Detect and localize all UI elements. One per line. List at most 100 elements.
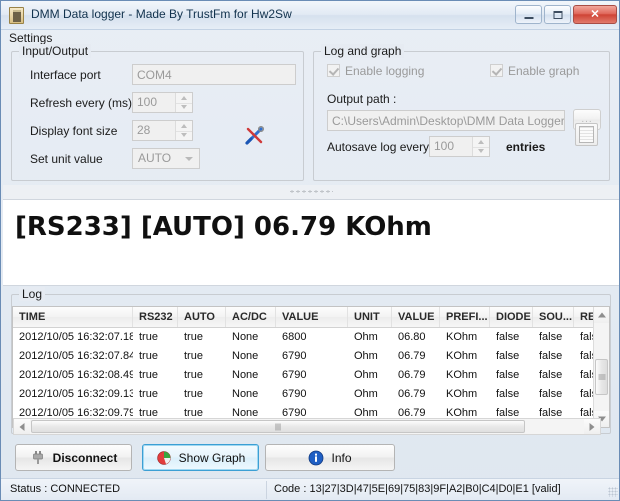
log-table-column-header[interactable]: TIME [13,307,133,327]
info-circle-icon [309,450,324,465]
table-cell: 06.79 [398,369,426,381]
table-cell: true [139,369,158,381]
status-separator [266,481,267,499]
show-graph-button-label: Show Graph [178,450,246,465]
table-cell: false [496,369,520,381]
enable-graph-checkbox[interactable]: Enable graph [490,64,579,78]
display-font-size-label: Display font size [30,124,118,138]
log-table-header: TIME RS232 AUTO AC/DC VALUE UNIT VALUE PREFI...… [13,307,609,328]
disconnect-button[interactable]: Disconnect [15,444,132,471]
table-cell: Ohm [354,350,378,362]
info-button[interactable]: Info [265,444,395,471]
table-cell: false [539,350,563,362]
refresh-every-label: Refresh every (ms) [30,96,133,110]
log-table-column-header[interactable]: DIODE [490,307,533,327]
open-log-button[interactable] [575,123,598,146]
log-table-column-header[interactable]: PREFI... [440,307,490,327]
output-path-input[interactable]: C:\Users\Admin\Desktop\DMM Data Logger [327,110,565,131]
set-unit-value-select[interactable]: AUTO [132,148,200,169]
interface-port-input[interactable]: COM4 [132,64,296,85]
vertical-scroll-thumb[interactable] [595,359,608,395]
log-table-column-header[interactable]: SOU... [533,307,574,327]
menu-bar: Settings [1,30,619,47]
table-row[interactable]: 2012/10/05 16:32:07.844 true true None 6790 O… [13,347,609,366]
close-button[interactable]: ✕ [573,5,617,24]
refresh-every-arrows[interactable] [175,93,192,112]
status-text: Status : CONNECTED [10,483,121,495]
table-cell: 06.79 [398,350,426,362]
resize-grip-icon[interactable] [608,487,618,497]
log-table-horizontal-scrollbar[interactable] [13,418,601,435]
table-cell: 2012/10/05 16:32:08.499 [19,369,133,381]
table-cell: false [496,388,520,400]
refresh-every-value: 100 [137,95,158,109]
tools-wrench-screwdriver-icon[interactable] [244,125,266,147]
display-font-size-stepper[interactable]: 28 [132,120,193,141]
splitter-grip-icon [289,190,333,193]
stepper-down-icon[interactable] [176,103,192,113]
horizontal-scroll-thumb[interactable] [31,420,525,433]
log-and-graph-group-title: Log and graph [321,44,405,58]
display-font-size-arrows[interactable] [175,121,192,140]
log-table: TIME RS232 AUTO AC/DC VALUE UNIT VALUE PREFI...… [12,306,610,428]
table-cell: true [184,369,203,381]
autosave-stepper[interactable]: 100 [429,136,490,157]
table-cell: KOhm [446,331,478,343]
stepper-down-icon[interactable] [473,147,489,157]
chevron-down-icon [185,156,193,161]
table-row[interactable]: 2012/10/05 16:32:08.499 true true None 6790 O… [13,366,609,385]
table-cell: None [232,350,259,362]
document-list-icon [579,126,594,143]
app-icon [9,7,24,24]
log-table-column-header[interactable]: UNIT [348,307,392,327]
pie-chart-icon [156,450,171,465]
table-cell: false [539,369,563,381]
scroll-up-icon[interactable] [594,307,609,323]
display-font-size-value: 28 [137,123,151,137]
scroll-right-icon[interactable] [584,419,600,434]
log-table-column-header[interactable]: RS232 [133,307,178,327]
enable-logging-checkbox[interactable]: Enable logging [327,64,424,78]
autosave-arrows[interactable] [472,137,489,156]
table-cell: true [139,350,158,362]
checkbox-checked-icon [490,64,503,77]
table-row[interactable]: 2012/10/05 16:32:07.189 true true None 6800 O… [13,328,609,347]
log-table-body: 2012/10/05 16:32:07.189 true true None 6800 O… [13,328,609,427]
minimize-button[interactable] [515,5,542,24]
minimize-icon [524,16,533,19]
close-icon: ✕ [590,8,600,20]
enable-graph-label: Enable graph [508,64,580,78]
input-output-group-title: Input/Output [19,44,92,58]
entries-label: entries [506,140,546,154]
scroll-left-icon[interactable] [14,419,30,434]
log-table-column-header[interactable]: VALUE [392,307,440,327]
log-table-vertical-scrollbar[interactable] [593,307,609,427]
table-cell: false [539,331,563,343]
table-cell: None [232,369,259,381]
table-cell: 2012/10/05 16:32:07.844 [19,350,133,362]
log-table-column-header[interactable]: VALUE [276,307,348,327]
set-unit-value-current: AUTO [138,151,172,165]
table-row[interactable]: 2012/10/05 16:32:09.139 true true None 6790 O… [13,385,609,404]
table-cell: Ohm [354,388,378,400]
table-cell: true [139,331,158,343]
menu-item-settings[interactable]: Settings [9,31,52,45]
checkbox-checked-icon [327,64,340,77]
stepper-down-icon[interactable] [176,131,192,141]
maximize-button[interactable] [544,5,571,24]
maximize-icon [553,10,562,19]
table-cell: 6790 [282,350,307,362]
input-output-group: Input/Output Interface port COM4 Refresh… [11,44,304,181]
table-cell: true [184,331,203,343]
log-table-column-header[interactable]: AC/DC [226,307,276,327]
interface-port-label: Interface port [30,68,101,82]
show-graph-button[interactable]: Show Graph [142,444,259,471]
window-title: DMM Data logger - Made By TrustFm for Hw… [31,7,292,21]
table-cell: true [184,388,203,400]
log-table-column-header[interactable]: AUTO [178,307,226,327]
table-cell: 06.80 [398,331,426,343]
refresh-every-stepper[interactable]: 100 [132,92,193,113]
table-cell: 6790 [282,369,307,381]
splitter-handle[interactable] [3,185,619,199]
table-cell: KOhm [446,369,478,381]
